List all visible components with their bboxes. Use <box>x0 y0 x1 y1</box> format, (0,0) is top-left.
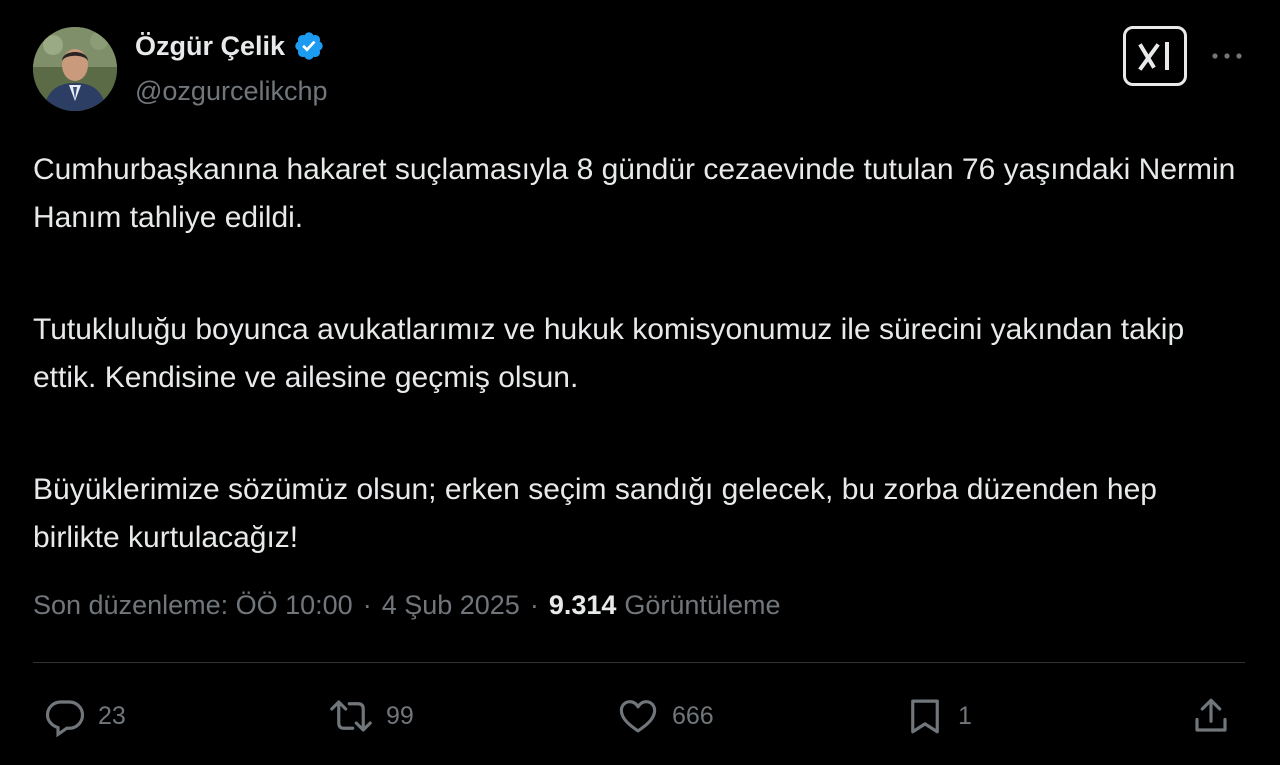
tweet-text: Cumhurbaşkanına hakaret suçlamasıyla 8 g… <box>33 146 1248 562</box>
more-horizontal-icon <box>1212 53 1242 59</box>
share-button[interactable] <box>1190 692 1232 740</box>
divider <box>33 662 1245 663</box>
tweet-paragraph: Cumhurbaşkanına hakaret suçlamasıyla 8 g… <box>33 153 1236 234</box>
bookmark-count: 1 <box>958 701 972 730</box>
repost-count: 99 <box>386 701 414 730</box>
share-icon <box>1195 698 1227 732</box>
tweet-paragraph: Büyüklerimize sözümüz olsun; erken seçim… <box>33 473 1157 554</box>
author-handle[interactable]: @ozgurcelikchp <box>135 76 328 107</box>
profile-photo <box>33 27 117 111</box>
reply-count: 23 <box>98 701 126 730</box>
author-display-name[interactable]: Özgür Çelik <box>135 31 285 62</box>
views-label: Görüntüleme <box>624 590 781 620</box>
grok-button[interactable] <box>1123 26 1187 86</box>
tweet-meta: Son düzenleme: ÖÖ 10:00 · 4 Şub 2025 · 9… <box>33 590 781 621</box>
edited-timestamp[interactable]: Son düzenleme: ÖÖ 10:00 <box>33 590 353 621</box>
verified-badge-icon[interactable] <box>293 30 325 62</box>
author-name[interactable]: Özgür Çelik <box>135 30 325 62</box>
bookmark-button[interactable]: 1 <box>904 692 972 740</box>
avatar[interactable] <box>33 27 117 111</box>
repost-icon <box>330 700 372 732</box>
heart-icon <box>619 700 657 733</box>
bookmark-icon <box>911 699 939 734</box>
tweet-date[interactable]: 4 Şub 2025 <box>382 590 520 621</box>
repost-button[interactable]: 99 <box>328 692 414 740</box>
tweet-paragraph: Tutukluluğu boyunca avukatlarımız ve huk… <box>33 313 1185 394</box>
views-count: 9.314 <box>548 590 617 620</box>
grok-logo-icon <box>1138 42 1169 71</box>
meta-separator: · <box>362 590 372 620</box>
like-count: 666 <box>672 701 714 730</box>
reply-icon <box>45 700 85 737</box>
more-options-button[interactable] <box>1207 38 1247 74</box>
like-button[interactable]: 666 <box>616 692 714 740</box>
reply-button[interactable]: 23 <box>44 692 126 740</box>
meta-separator: · <box>529 590 539 620</box>
